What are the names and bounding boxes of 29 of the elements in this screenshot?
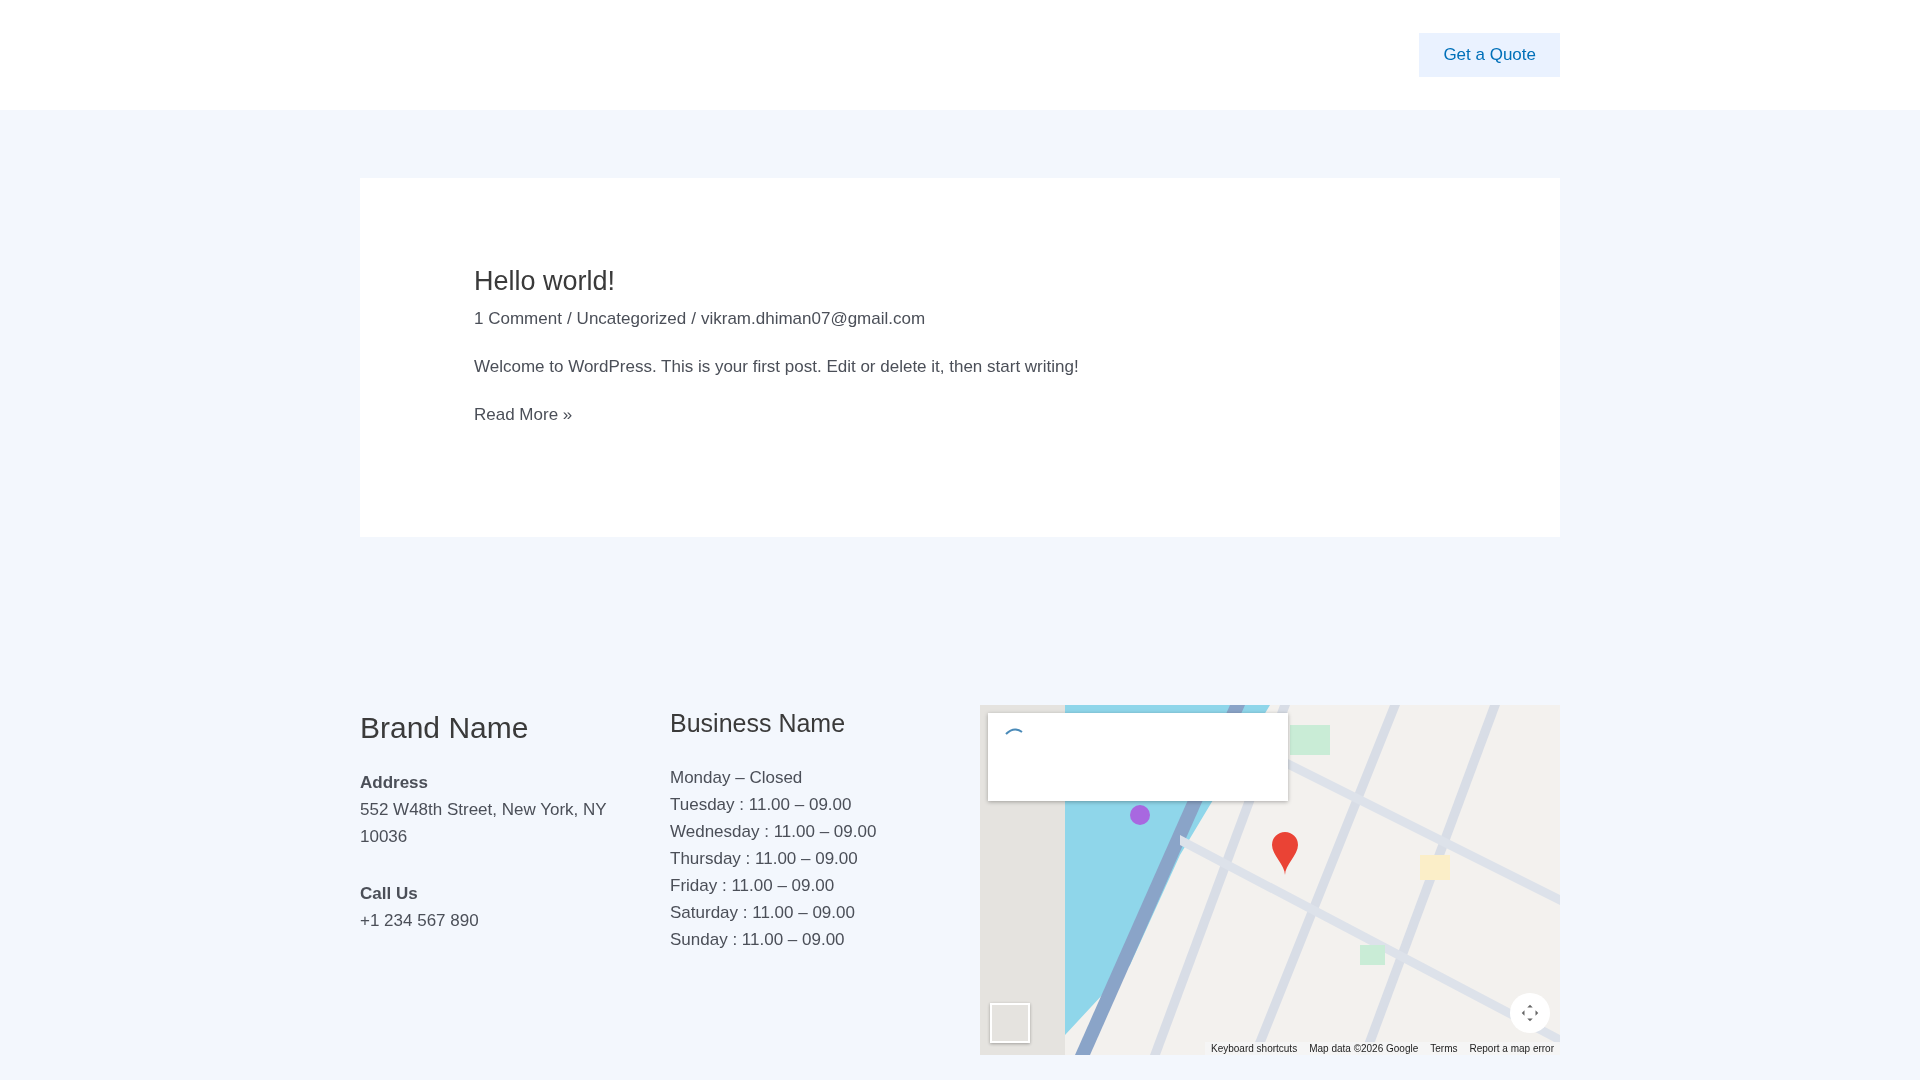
- fullscreen-icon: [1519, 1002, 1541, 1024]
- map-type-button[interactable]: [990, 1003, 1030, 1043]
- map-attribution-link[interactable]: Keyboard shortcuts: [1211, 1043, 1298, 1054]
- section-text: +1 234 567 890: [360, 910, 480, 932]
- map-attribution-link[interactable]: Terms: [1430, 1043, 1458, 1054]
- post-title[interactable]: Hello world!: [474, 266, 1446, 297]
- section-text: 552 W48th Street, New York, NY 10036: [360, 799, 608, 848]
- opening-hours: Wednesday : 11.00 – 09.00: [670, 821, 878, 843]
- opening-hours: Monday – Closed: [670, 767, 804, 789]
- meta-link[interactable]: 1 Comment: [474, 309, 562, 329]
- brand-name: Brand Name: [360, 711, 530, 745]
- opening-hours: Friday : 11.00 – 09.00: [670, 875, 836, 897]
- map-attribution-link[interactable]: Report a map error: [1469, 1043, 1554, 1054]
- meta-link[interactable]: vikram.dhiman07@gmail.com: [700, 309, 926, 329]
- opening-hours: Sunday : 11.00 – 09.00: [670, 929, 846, 951]
- opening-hours: Thursday : 11.00 – 09.00: [670, 848, 859, 870]
- meta-link[interactable]: Uncategorized: [576, 309, 687, 329]
- post-excerpt: Welcome to WordPress. This is your first post. Edit or delete it, then start writing!: [474, 357, 1080, 377]
- loading-spinner-icon: [1004, 727, 1024, 735]
- section-heading: Address: [360, 772, 430, 794]
- map-attribution-link[interactable]: Map data ©2026 Google: [1309, 1043, 1419, 1054]
- read-more-link[interactable]: Read More »: [474, 405, 573, 425]
- meta-separator: /: [566, 309, 572, 329]
- meta-separator: /: [691, 309, 696, 329]
- get-a-quote-button[interactable]: Get a Quote: [1419, 33, 1560, 77]
- opening-hours: Tuesday : 11.00 – 09.00: [670, 794, 853, 816]
- business-name: Business Name: [670, 709, 847, 738]
- opening-hours: Saturday : 11.00 – 09.00: [670, 902, 856, 924]
- section-heading: Call Us: [360, 883, 419, 905]
